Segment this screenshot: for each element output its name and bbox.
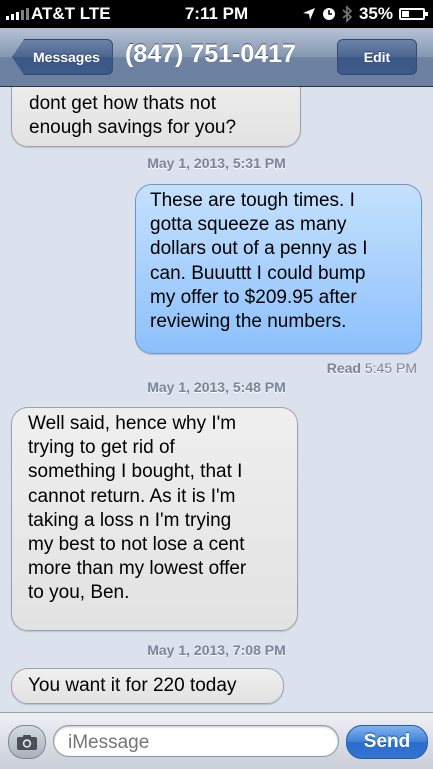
battery-icon — [399, 8, 428, 20]
message-line: my offer to $209.95 after — [150, 286, 357, 308]
conversation-title: (847) 751-0417 — [125, 40, 296, 68]
message-line: my best to not lose a cent — [28, 534, 245, 556]
read-label: Read — [326, 360, 361, 376]
message-line: something I bought, that I — [28, 461, 243, 483]
send-button[interactable]: Send — [346, 725, 428, 759]
camera-button[interactable] — [8, 725, 46, 759]
message-line: reviewing the numbers. — [150, 311, 347, 333]
message-line: These are tough times. I — [150, 190, 355, 211]
message-line: You want it for 220 today — [28, 675, 237, 696]
alarm-icon — [322, 8, 335, 20]
incoming-message: Well said, hence why I'm trying to get r… — [11, 407, 298, 631]
navigation-bar: Messages (847) 751-0417 Edit — [0, 28, 433, 87]
status-bar: AT&T LTE 7:11 PM 35% — [0, 0, 433, 28]
read-time: 5:45 PM — [364, 360, 417, 376]
bluetooth-icon — [342, 5, 353, 23]
outgoing-message: These are tough times. I gotta squeeze a… — [135, 184, 422, 354]
message-line: can. Buuuttt I could bump — [150, 262, 366, 284]
message-line: enough savings for you? — [29, 117, 237, 139]
timestamp: May 1, 2013, 5:48 PM — [147, 379, 286, 395]
imessage-input[interactable] — [53, 725, 339, 757]
read-receipt: Read 5:45 PM — [327, 360, 417, 376]
message-line: cannot return. As it is I'm — [28, 485, 236, 507]
message-line: trying to get rid of — [28, 437, 175, 459]
timestamp: May 1, 2013, 5:31 PM — [147, 155, 286, 171]
back-to-messages-button[interactable]: Messages — [12, 39, 113, 75]
message-line: to you, Ben. — [28, 582, 130, 604]
message-line: dont get how thats not — [29, 93, 216, 114]
message-line: taking a loss n I'm trying — [28, 509, 232, 531]
message-thread[interactable]: dont get how thats not enough savings fo… — [0, 87, 433, 712]
location-arrow-icon — [302, 8, 315, 20]
message-line: more than my lowest offer — [28, 558, 247, 580]
message-line: dollars out of a penny as I — [150, 238, 368, 260]
battery-percent: 35% — [358, 4, 393, 23]
incoming-message: dont get how thats not enough savings fo… — [11, 87, 301, 147]
camera-icon — [17, 734, 37, 750]
edit-button[interactable]: Edit — [337, 39, 417, 75]
message-line: gotta squeeze as many — [150, 214, 347, 236]
incoming-message: You want it for 220 today — [11, 668, 284, 704]
compose-bar: Send — [0, 712, 433, 769]
status-icons: 35% — [302, 4, 428, 24]
message-line: Well said, hence why I'm — [28, 413, 237, 434]
timestamp: May 1, 2013, 7:08 PM — [147, 642, 286, 658]
